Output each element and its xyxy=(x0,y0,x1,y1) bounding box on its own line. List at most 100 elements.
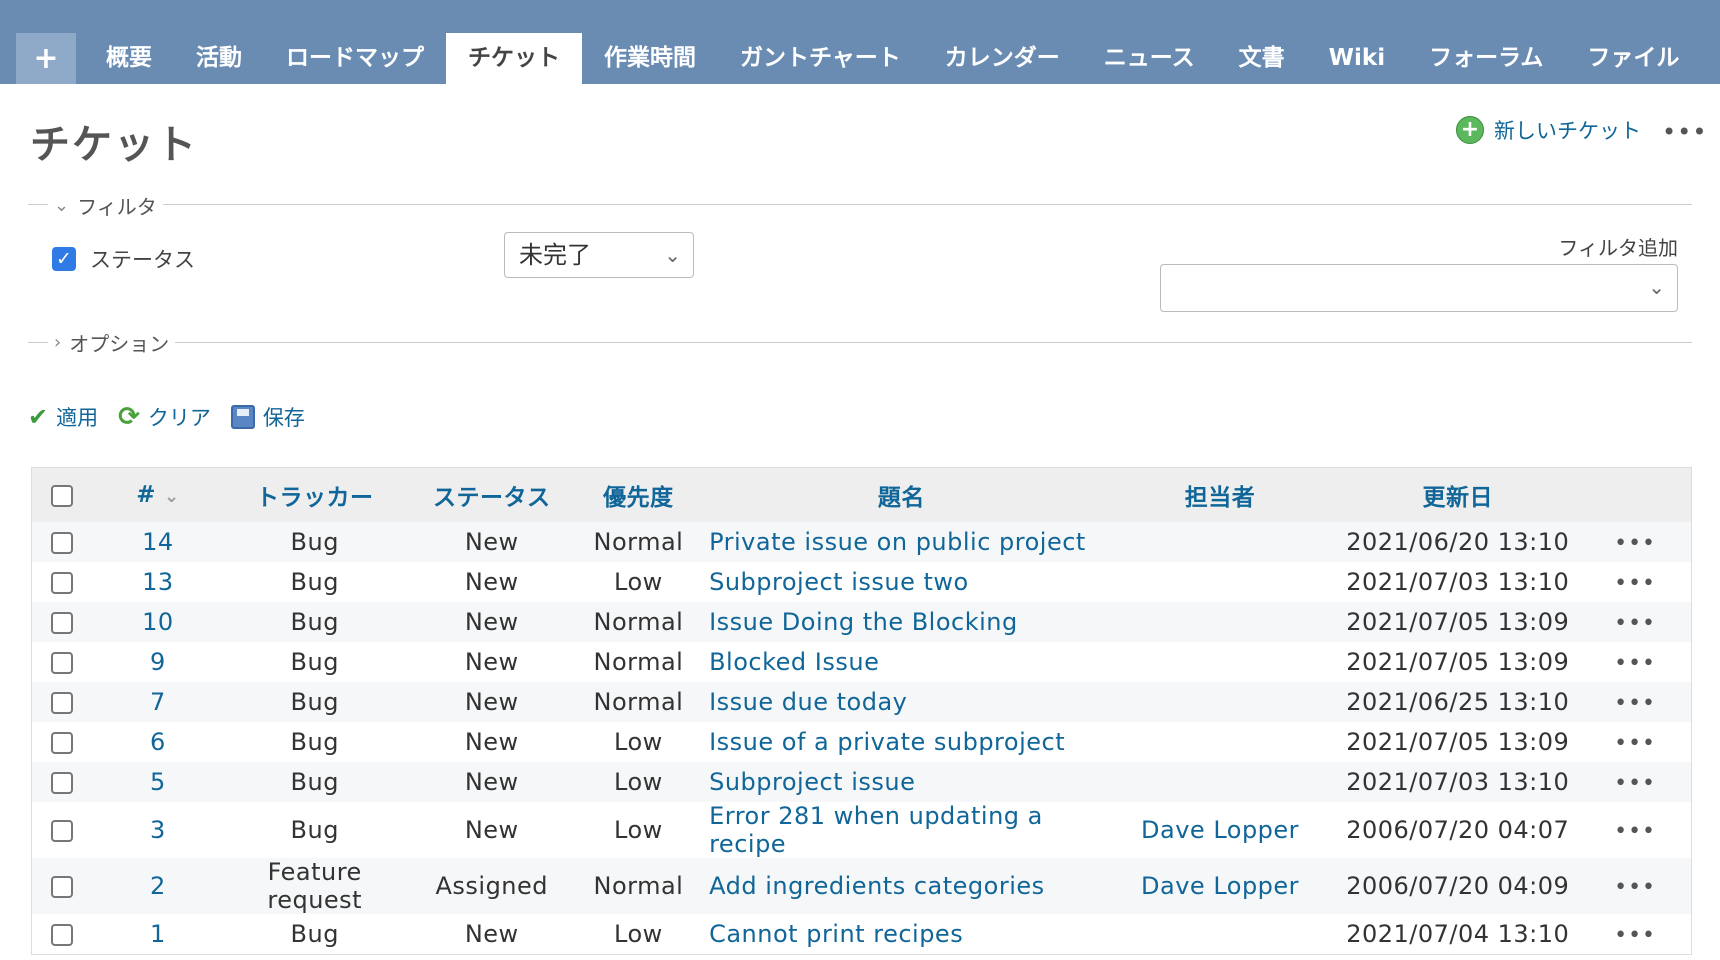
tab-10[interactable]: Wiki xyxy=(1307,33,1407,84)
row-checkbox[interactable] xyxy=(51,732,74,754)
table-row[interactable]: 10 Bug New Normal Issue Doing the Blocking 20… xyxy=(31,602,1692,642)
row-checkbox-cell xyxy=(32,722,93,762)
chevron-down-icon: ⌄ xyxy=(1648,275,1665,299)
issue-subject[interactable]: Subproject issue xyxy=(709,768,915,796)
clear-button[interactable]: ⟳ クリア xyxy=(118,402,211,432)
table-row[interactable]: 9 Bug New Normal Blocked Issue 2021/07/05 13:… xyxy=(32,642,1692,682)
tab-6[interactable]: ガントチャート xyxy=(718,33,923,84)
table-row[interactable]: 3 Bug New Low Error 281 when updating a reci… xyxy=(32,802,1692,858)
issue-subject[interactable]: Cannot print recipes xyxy=(709,920,963,948)
reload-icon: ⟳ xyxy=(118,402,140,432)
row-checkbox[interactable] xyxy=(51,820,74,842)
issue-id[interactable]: 9 xyxy=(150,648,166,676)
issue-subject[interactable]: Private issue on public project xyxy=(709,528,1086,556)
table-header-row: # ⌄ トラッカー ステータス 優先度 題名 担当者 更新日 xyxy=(31,467,1692,522)
issue-id[interactable]: 13 xyxy=(142,568,174,596)
row-checkbox[interactable] xyxy=(51,772,74,794)
column-header-subject[interactable]: 題名 xyxy=(699,467,1104,522)
issue-priority: Normal xyxy=(593,608,684,636)
row-ellipsis-icon[interactable]: ••• xyxy=(1614,771,1656,796)
issue-priority-cell: Normal xyxy=(577,858,700,914)
more-actions-icon[interactable]: ••• xyxy=(1662,118,1707,146)
column-header-id[interactable]: # ⌄ xyxy=(92,467,224,522)
row-checkbox[interactable] xyxy=(51,612,74,634)
tab-5[interactable]: 作業時間 xyxy=(582,33,718,84)
issue-id-cell: 14 xyxy=(92,522,224,562)
row-ellipsis-icon[interactable]: ••• xyxy=(1614,875,1656,900)
issue-id[interactable]: 7 xyxy=(150,688,166,716)
row-ellipsis-icon[interactable]: ••• xyxy=(1614,923,1656,948)
issue-status-cell: New xyxy=(406,642,578,682)
new-issue-link[interactable]: + 新しいチケット xyxy=(1456,115,1641,145)
issue-updated: 2021/07/05 13:09 xyxy=(1346,728,1570,756)
column-header-tracker[interactable]: トラッカー xyxy=(223,467,406,522)
save-label: 保存 xyxy=(262,406,305,430)
tab-12[interactable]: ファイル xyxy=(1565,33,1701,84)
tab-8[interactable]: ニュース xyxy=(1082,33,1217,84)
row-checkbox[interactable] xyxy=(51,924,74,946)
issue-subject[interactable]: Issue Doing the Blocking xyxy=(709,608,1018,636)
issue-tracker-cell: Bug xyxy=(223,602,406,642)
row-ellipsis-icon[interactable]: ••• xyxy=(1614,731,1656,756)
issue-id[interactable]: 2 xyxy=(150,872,166,900)
issue-assignee[interactable]: Dave Lopper xyxy=(1141,872,1299,900)
row-ellipsis-icon[interactable]: ••• xyxy=(1614,691,1656,716)
issue-status-cell: New xyxy=(406,914,578,955)
row-checkbox[interactable] xyxy=(51,692,74,714)
table-row[interactable]: 7 Bug New Normal Issue due today 2021/06/25 1… xyxy=(31,682,1692,722)
filters-toggle[interactable]: ⌄ フィルタ xyxy=(48,191,163,220)
issue-updated-cell: 2021/06/25 13:10 xyxy=(1336,682,1580,722)
issue-priority-cell: Low xyxy=(578,722,699,762)
issue-subject[interactable]: Add ingredients categories xyxy=(709,872,1045,900)
issue-subject[interactable]: Issue of a private subproject xyxy=(709,728,1065,756)
select-all-checkbox[interactable] xyxy=(51,484,74,507)
issue-id[interactable]: 5 xyxy=(150,768,166,796)
row-ellipsis-icon[interactable]: ••• xyxy=(1614,819,1656,844)
tab-2[interactable]: 活動 xyxy=(174,33,264,84)
table-row[interactable]: 2 Feature request Assigned Normal Add ingred… xyxy=(31,858,1692,914)
row-checkbox[interactable] xyxy=(51,876,74,898)
new-object-tab[interactable]: + xyxy=(16,33,76,84)
row-checkbox[interactable] xyxy=(51,652,74,674)
issue-id[interactable]: 10 xyxy=(142,608,174,636)
table-row[interactable]: 13 Bug New Low Subproject issue two 2021/07/0… xyxy=(32,562,1692,602)
column-header-status[interactable]: ステータス xyxy=(405,467,578,522)
column-header-priority[interactable]: 優先度 xyxy=(577,467,700,522)
tab-1[interactable]: 概要 xyxy=(84,33,174,84)
issue-id[interactable]: 14 xyxy=(142,528,174,556)
table-row[interactable]: 14 Bug New Normal Private issue on public pr… xyxy=(31,522,1692,562)
row-ellipsis-icon[interactable]: ••• xyxy=(1614,651,1656,676)
status-operator-select[interactable]: 未完了 ⌄ xyxy=(504,232,694,278)
table-row[interactable]: 5 Bug New Low Subproject issue 2021/07/03 13:… xyxy=(31,762,1692,802)
apply-button[interactable]: ✔ 適用 xyxy=(28,402,98,432)
options-toggle[interactable]: › オプション xyxy=(48,328,176,357)
options-legend: オプション xyxy=(69,332,170,356)
column-header-assignee[interactable]: 担当者 xyxy=(1103,467,1337,522)
issue-subject[interactable]: Blocked Issue xyxy=(709,648,879,676)
column-header-updated[interactable]: 更新日 xyxy=(1336,467,1580,522)
row-ellipsis-icon[interactable]: ••• xyxy=(1614,531,1656,556)
issue-assignee[interactable]: Dave Lopper xyxy=(1141,816,1299,844)
add-filter-select[interactable]: ⌄ xyxy=(1160,264,1678,312)
tab-9[interactable]: 文書 xyxy=(1217,33,1307,84)
issue-subject[interactable]: Subproject issue two xyxy=(709,568,969,596)
issue-assignee-cell xyxy=(1103,602,1337,642)
row-checkbox[interactable] xyxy=(51,532,74,554)
status-filter-checkbox[interactable]: ✓ xyxy=(52,247,76,271)
issue-subject[interactable]: Error 281 when updating a recipe xyxy=(709,802,1043,858)
row-ellipsis-icon[interactable]: ••• xyxy=(1614,611,1656,636)
tab-3[interactable]: ロードマップ xyxy=(264,33,446,84)
row-ellipsis-icon[interactable]: ••• xyxy=(1614,571,1656,596)
issue-subject[interactable]: Issue due today xyxy=(709,688,907,716)
issue-status-cell: New xyxy=(405,682,578,722)
tab-4[interactable]: チケット xyxy=(446,33,582,84)
save-button[interactable]: 保存 xyxy=(230,402,305,432)
issue-id[interactable]: 6 xyxy=(150,728,166,756)
issue-id[interactable]: 3 xyxy=(150,816,166,844)
issue-id[interactable]: 1 xyxy=(150,920,166,948)
table-row[interactable]: 1 Bug New Low Cannot print recipes 2021/07/04… xyxy=(32,914,1692,955)
row-checkbox[interactable] xyxy=(51,572,74,594)
tab-11[interactable]: フォーラム xyxy=(1407,33,1565,84)
tab-7[interactable]: カレンダー xyxy=(923,33,1082,84)
table-row[interactable]: 6 Bug New Low Issue of a private subproject 2… xyxy=(32,722,1692,762)
